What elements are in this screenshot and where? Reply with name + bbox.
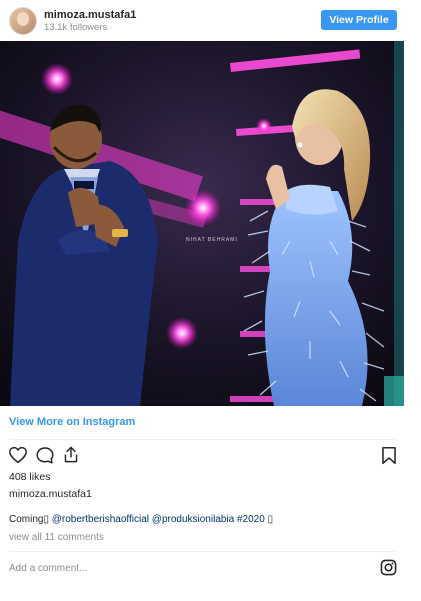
bookmark-icon[interactable] (381, 446, 397, 465)
photo-watermark: NIHAT BEHRAMI (186, 237, 238, 243)
mention-link[interactable]: @produksionilabia (152, 514, 234, 525)
add-comment-field[interactable]: Add a comment... (9, 563, 87, 574)
view-all-comments-link[interactable]: view all 11 comments (9, 532, 104, 543)
followers-count: 13.1k followers (44, 22, 108, 33)
caption-glyph: ▯ (267, 514, 274, 525)
mention-link[interactable]: @robertberishaofficial (52, 514, 149, 525)
stage-photo-illustration: NIHAT BEHRAMI (0, 41, 404, 406)
view-more-on-instagram-link[interactable]: View More on Instagram (9, 416, 135, 428)
hashtag-link[interactable]: #2020 (237, 514, 265, 525)
comment-icon[interactable] (35, 446, 55, 464)
username[interactable]: mimoza.mustafa1 (44, 9, 136, 21)
post-header: mimoza.mustafa1 13.1k followers View Pro… (0, 0, 404, 41)
post-owner-username[interactable]: mimoza.mustafa1 (9, 488, 92, 500)
post-photo[interactable]: NIHAT BEHRAMI (0, 41, 404, 406)
post-caption: Coming▯ @robertberishaofficial @produksi… (9, 514, 273, 525)
instagram-embed-card: mimoza.mustafa1 13.1k followers View Pro… (0, 0, 404, 601)
divider (9, 439, 395, 440)
caption-text: Coming (9, 514, 44, 525)
avatar[interactable] (9, 7, 37, 35)
instagram-logo-icon[interactable] (380, 559, 397, 576)
divider (9, 551, 395, 552)
likes-count: 408 likes (9, 471, 51, 483)
share-icon[interactable] (62, 445, 80, 464)
heart-icon[interactable] (8, 446, 28, 464)
caption-glyph: ▯ (43, 514, 49, 525)
view-profile-button[interactable]: View Profile (321, 10, 397, 30)
